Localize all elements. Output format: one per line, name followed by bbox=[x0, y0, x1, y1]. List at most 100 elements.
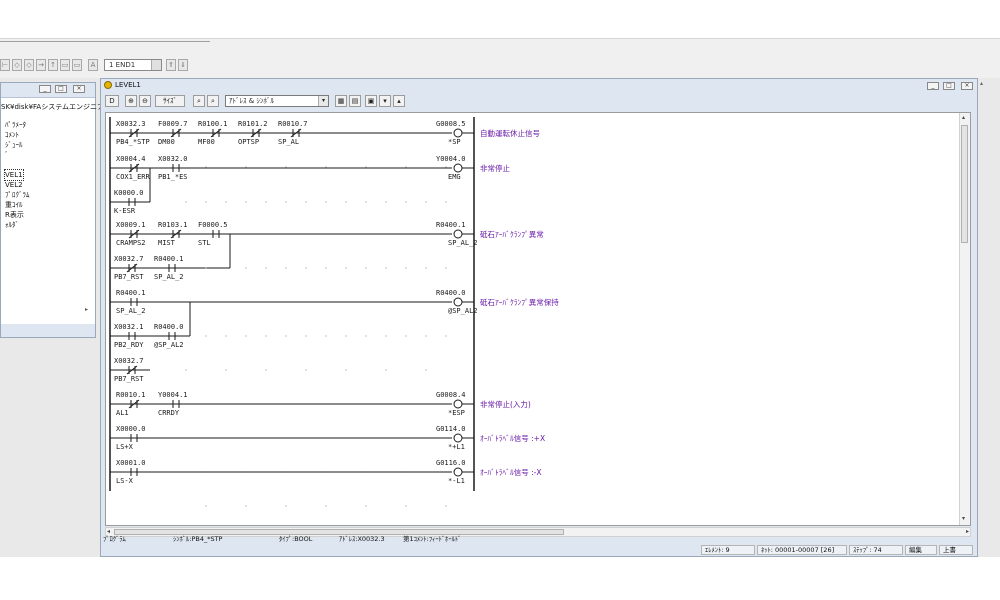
contact-symbol: K-ESR bbox=[114, 207, 136, 215]
status-bar: ﾌﾟﾛｸﾞﾗﾑ ｼﾝﾎﾞﾙ:PB4_*STP ﾀｲﾌﾟ:BOOL ｱﾄﾞﾚｽ:X… bbox=[101, 531, 977, 557]
grid-dot bbox=[285, 267, 287, 269]
toolbar-button-6[interactable]: ▭ bbox=[60, 59, 70, 71]
ladder-toolbar: D ⊕ ⊖ ｻｲｽﾞ ⌕ ⌕ ｱﾄﾞﾚｽ & ｼﾝﾎﾞﾙ ▾ ▦ ▤ ▣ ▾ ▴ bbox=[105, 95, 973, 109]
workspace-scroll-up-icon[interactable]: ▴ bbox=[980, 80, 998, 92]
grid-dot bbox=[425, 201, 427, 203]
coil[interactable] bbox=[453, 433, 463, 443]
maximize-button[interactable]: □ bbox=[943, 82, 955, 90]
coil-address: G0008.5 bbox=[436, 120, 466, 128]
tree-item-folder[interactable]: ｫﾙﾀﾞ bbox=[5, 220, 19, 230]
jump-up-button[interactable]: ⇑ bbox=[166, 59, 176, 71]
grid-dot bbox=[445, 335, 447, 337]
coil[interactable] bbox=[453, 297, 463, 307]
grid-dot bbox=[205, 505, 207, 507]
status-symbol: ｼﾝﾎﾞﾙ:PB4_*STP bbox=[173, 535, 223, 543]
window-title: LEVEL1 bbox=[115, 81, 141, 89]
toolbar-button-5[interactable]: ↑ bbox=[48, 59, 58, 71]
display-mode-select[interactable]: ｱﾄﾞﾚｽ & ｼﾝﾎﾞﾙ ▾ bbox=[225, 95, 329, 107]
tree-item-parameter[interactable]: ﾊﾟﾗﾒｰﾀ bbox=[5, 120, 26, 130]
arrow-up-icon[interactable]: ▴ bbox=[393, 95, 405, 107]
vertical-scroll-thumb[interactable] bbox=[961, 125, 968, 243]
size-button[interactable]: ｻｲｽﾞ bbox=[155, 95, 185, 107]
chevron-down-icon[interactable]: ▾ bbox=[318, 96, 328, 106]
comment-icon[interactable]: ▤ bbox=[349, 95, 361, 107]
contact-address: R0100.1 bbox=[198, 120, 228, 128]
zoom-out-icon[interactable]: ⊖ bbox=[139, 95, 151, 107]
monitor-icon[interactable]: ▣ bbox=[365, 95, 377, 107]
contact-address: R0010.1 bbox=[116, 391, 146, 399]
tree-item-comment[interactable]: ｺﾒﾝﾄ bbox=[5, 130, 19, 140]
ladder-window-titlebar: LEVEL1 _ □ × bbox=[101, 79, 977, 93]
toolbar-button-3[interactable]: ◇ bbox=[24, 59, 34, 71]
status-element: ｴﾚﾒﾝﾄ: 9 bbox=[701, 545, 755, 555]
chevron-down-icon[interactable] bbox=[151, 60, 161, 70]
minimize-button[interactable]: _ bbox=[927, 82, 939, 90]
maximize-button[interactable]: □ bbox=[55, 85, 67, 93]
toolbar-button-7[interactable]: ▭ bbox=[72, 59, 82, 71]
minimize-button[interactable]: _ bbox=[39, 85, 51, 93]
find-icon[interactable]: ⌕ bbox=[193, 95, 205, 107]
find-replace-icon[interactable]: ⌕ bbox=[207, 95, 219, 107]
grid-dot bbox=[185, 369, 187, 371]
vertical-scrollbar[interactable]: ▴ ▾ bbox=[959, 113, 970, 525]
arrow-down-icon[interactable]: ▾ bbox=[379, 95, 391, 107]
grid-dot bbox=[425, 335, 427, 337]
contact-address: R0101.2 bbox=[238, 120, 268, 128]
tree-item-level1[interactable]: VEL1 bbox=[4, 169, 24, 181]
coil[interactable] bbox=[453, 229, 463, 239]
scroll-down-icon[interactable]: ▾ bbox=[962, 515, 965, 522]
grid-dot bbox=[325, 201, 327, 203]
coil-symbol: *+L1 bbox=[448, 443, 465, 451]
grid-dot bbox=[365, 267, 367, 269]
coil-symbol: *ESP bbox=[448, 409, 465, 417]
coil[interactable] bbox=[453, 163, 463, 173]
contact-address: X0032.7 bbox=[114, 255, 144, 263]
grid-dot bbox=[245, 166, 247, 168]
contact-symbol: @SP_AL2 bbox=[154, 341, 184, 349]
tree-item-double-coil[interactable]: 重ｺｲﾙ bbox=[5, 200, 23, 210]
grid-dot bbox=[325, 335, 327, 337]
grid-dot bbox=[365, 201, 367, 203]
rung-comment: 自動運転休止信号 bbox=[480, 128, 540, 138]
contact-symbol: SP_AL_2 bbox=[154, 273, 184, 281]
close-button[interactable]: × bbox=[961, 82, 973, 90]
end-combo[interactable]: 1 END1 bbox=[104, 59, 162, 71]
contact-address: Y0004.1 bbox=[158, 391, 188, 399]
grid-dot bbox=[405, 201, 407, 203]
grid-dot bbox=[345, 369, 347, 371]
contact-symbol: CRAMPS2 bbox=[116, 239, 146, 247]
coil-address: Y0004.0 bbox=[436, 155, 466, 163]
tree-item-4[interactable]: ﾞ bbox=[5, 150, 9, 160]
toolbar-button-4[interactable]: → bbox=[36, 59, 46, 71]
project-tree: SK¥disk¥FAシステムエンジニアリ ﾊﾟﾗﾒｰﾀ ｺﾒﾝﾄ ｼﾞｭｰﾙ ﾞ… bbox=[1, 97, 111, 324]
toolbar-button-8[interactable]: A bbox=[88, 59, 98, 71]
coil[interactable] bbox=[453, 467, 463, 477]
tree-item-module[interactable]: ｼﾞｭｰﾙ bbox=[5, 140, 23, 150]
tree-item-program[interactable]: ﾌﾟﾛｸﾞﾗﾑ bbox=[5, 190, 30, 200]
grid-icon[interactable]: ▦ bbox=[335, 95, 347, 107]
coil-symbol: EMG bbox=[448, 173, 461, 181]
grid-dot bbox=[325, 166, 327, 168]
grid-dot bbox=[405, 335, 407, 337]
close-button[interactable]: × bbox=[73, 85, 85, 93]
tree-root[interactable]: SK¥disk¥FAシステムエンジニアリ bbox=[1, 102, 111, 112]
toolbar-button-1[interactable]: ⊢ bbox=[0, 59, 10, 71]
page-setup-icon[interactable]: D bbox=[105, 95, 119, 107]
grid-dot bbox=[225, 335, 227, 337]
coil[interactable] bbox=[453, 399, 463, 409]
grid-dot bbox=[285, 335, 287, 337]
tree-item-level2[interactable]: VEL2 bbox=[5, 180, 23, 190]
grid-dot bbox=[285, 201, 287, 203]
jump-down-button[interactable]: ⇓ bbox=[178, 59, 188, 71]
toolbar-button-2[interactable]: ◇ bbox=[12, 59, 22, 71]
ladder-canvas[interactable]: X0032.3 PB4_*STP F0009.7 DM00 R0100.1 MF00 R01… bbox=[105, 112, 971, 526]
coil[interactable] bbox=[453, 128, 463, 138]
contact-symbol: OPTSP bbox=[238, 138, 259, 146]
tree-item-display[interactable]: R表示 bbox=[5, 210, 24, 220]
coil-symbol: @SP_AL2 bbox=[448, 307, 478, 315]
scroll-up-icon[interactable]: ▴ bbox=[962, 114, 965, 121]
zoom-in-icon[interactable]: ⊕ bbox=[125, 95, 137, 107]
grid-dot bbox=[205, 267, 207, 269]
grid-dot bbox=[365, 335, 367, 337]
scroll-right-icon[interactable]: ▸ bbox=[85, 306, 88, 313]
